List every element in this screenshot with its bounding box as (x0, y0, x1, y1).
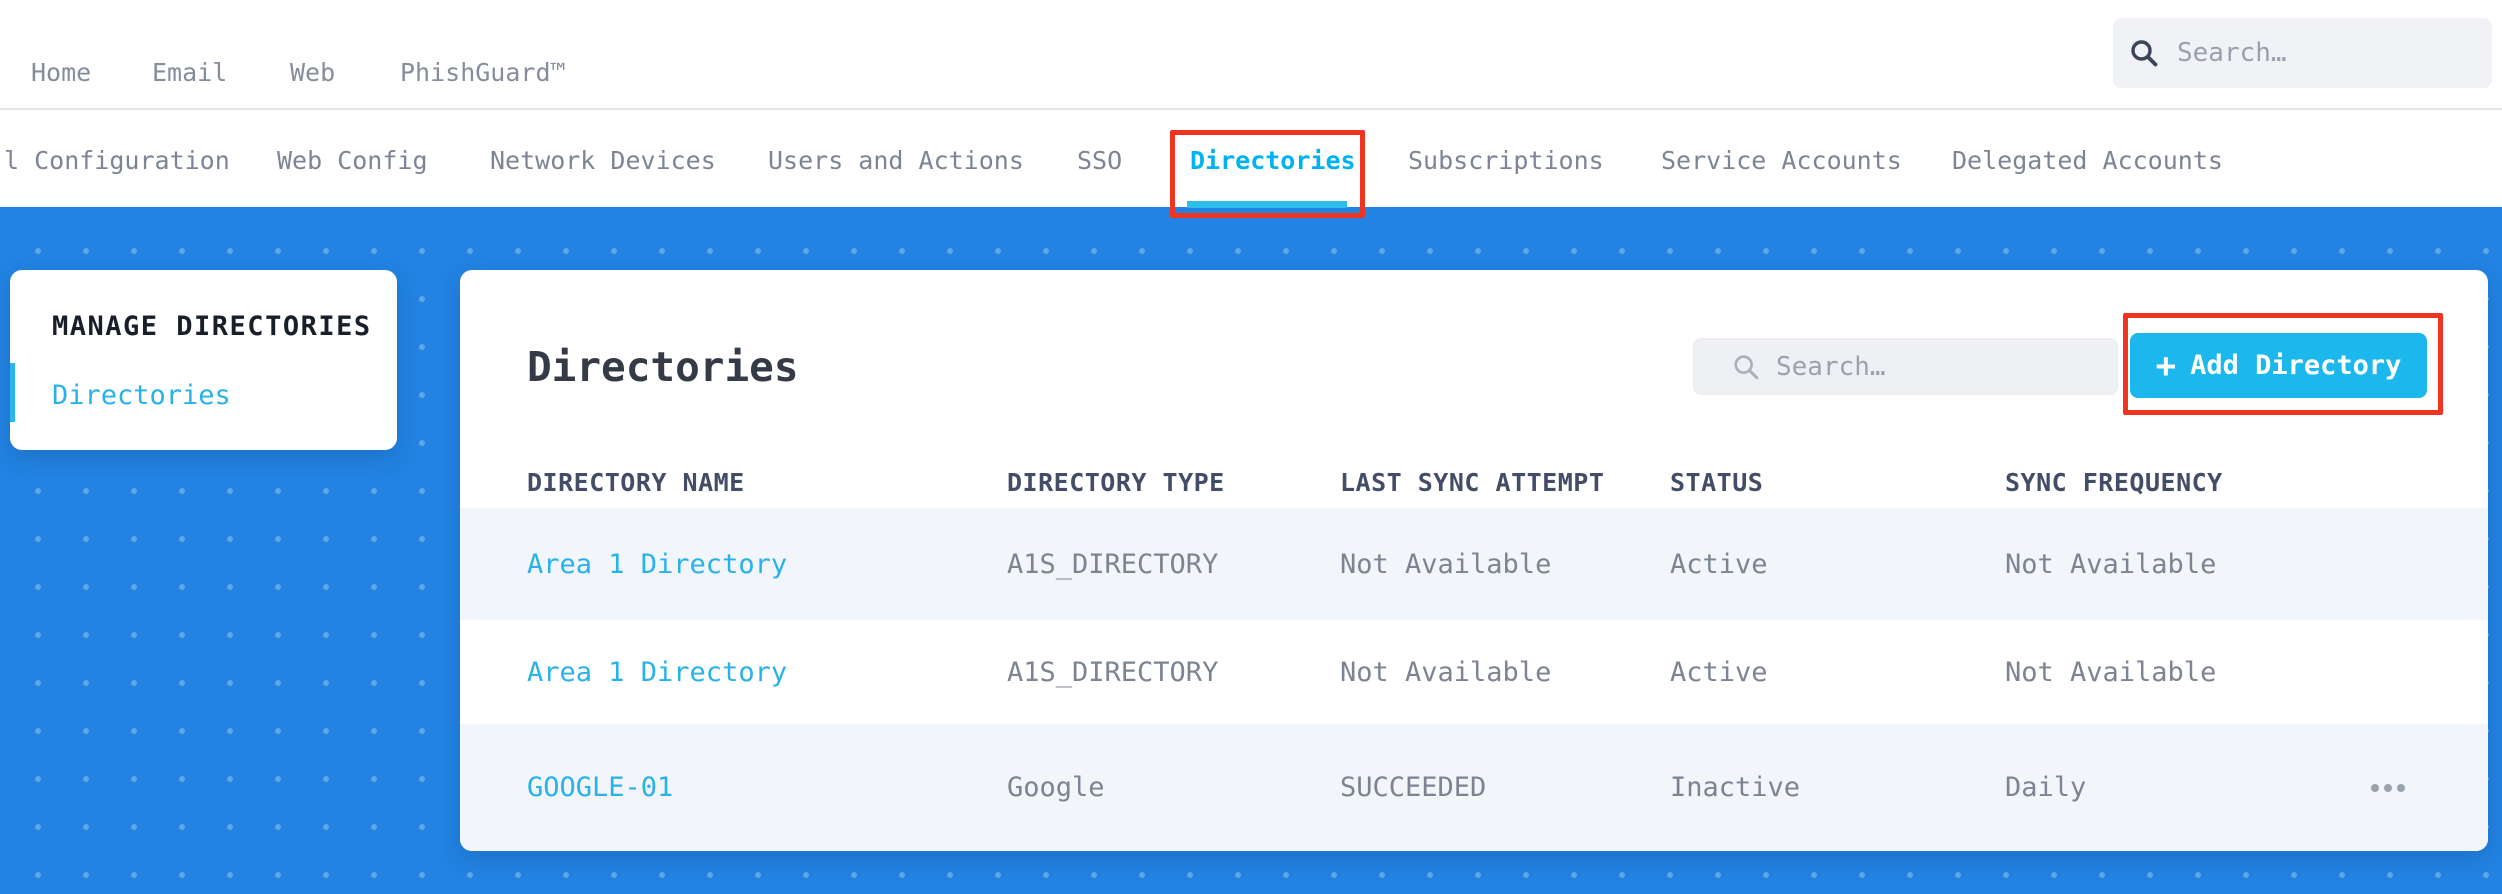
table-row: GOOGLE-01 Google SUCCEEDED Inactive Dail… (460, 724, 2488, 851)
sync-frequency-cell: Not Available (2005, 548, 2217, 580)
tab-web-config[interactable]: Web Config (277, 146, 428, 176)
sidebar-title: MANAGE DIRECTORIES (52, 311, 372, 342)
topnav-search-box[interactable] (2113, 18, 2492, 88)
page: Home Email Web PhishGuard™ l Configurati… (0, 0, 2502, 894)
last-sync-cell: Not Available (1340, 656, 1552, 688)
table-row: Area 1 Directory A1S_DIRECTORY Not Avail… (460, 620, 2488, 724)
topnav-item-phishguard[interactable]: PhishGuard™ (400, 58, 566, 88)
row-menu-icon[interactable] (2371, 783, 2405, 792)
tab-network-devices[interactable]: Network Devices (490, 146, 716, 176)
col-status: STATUS (1670, 467, 1764, 497)
status-cell: Active (1670, 656, 1768, 688)
col-sync-frequency: SYNC FREQUENCY (2005, 467, 2223, 497)
tab-users-and-actions[interactable]: Users and Actions (768, 146, 1024, 176)
add-directory-label: Add Directory (2190, 350, 2402, 381)
sidebar-active-indicator (10, 363, 15, 422)
top-nav: Home Email Web PhishGuard™ (0, 0, 2502, 110)
active-tab-underline (1187, 201, 1347, 208)
last-sync-cell: SUCCEEDED (1340, 772, 1487, 803)
tab-subscriptions[interactable]: Subscriptions (1408, 146, 1604, 176)
col-directory-type: DIRECTORY TYPE (1007, 467, 1225, 497)
table-row: Area 1 Directory A1S_DIRECTORY Not Avail… (460, 508, 2488, 620)
tab-sso[interactable]: SSO (1077, 146, 1122, 176)
page-title: Directories (527, 343, 799, 391)
directory-name-link[interactable]: Area 1 Directory (527, 549, 1007, 580)
sync-frequency-cell: Not Available (2005, 656, 2217, 688)
topnav-item-email[interactable]: Email (152, 58, 227, 88)
topnav-item-web[interactable]: Web (290, 58, 335, 88)
add-directory-button[interactable]: + Add Directory (2130, 333, 2427, 398)
directory-type-cell: Google (1007, 772, 1105, 803)
directories-search-box[interactable] (1693, 338, 2118, 395)
table-header: DIRECTORY NAME DIRECTORY TYPE LAST SYNC … (460, 456, 2488, 508)
tabs-nav: l Configuration Web Config Network Devic… (0, 112, 2502, 208)
status-cell: Active (1670, 548, 1768, 580)
status-cell: Inactive (1670, 772, 1801, 803)
tab-email-configuration[interactable]: l Configuration (4, 146, 230, 176)
tab-directories[interactable]: Directories (1190, 146, 1356, 176)
directory-name-link[interactable]: GOOGLE-01 (527, 772, 1007, 803)
tab-service-accounts[interactable]: Service Accounts (1661, 146, 1902, 176)
sync-frequency-cell: Daily (2005, 772, 2087, 803)
tab-delegated-accounts[interactable]: Delegated Accounts (1952, 146, 2223, 176)
col-last-sync-attempt: LAST SYNC ATTEMPT (1340, 467, 1605, 497)
directory-type-cell: A1S_DIRECTORY (1007, 656, 1219, 688)
topnav-search-input[interactable] (2177, 38, 2476, 68)
last-sync-cell: Not Available (1340, 548, 1552, 580)
directory-name-link[interactable]: Area 1 Directory (527, 657, 1007, 688)
topnav-item-home[interactable]: Home (31, 58, 91, 88)
sidebar-item-directories[interactable]: Directories (52, 381, 231, 411)
col-directory-name: DIRECTORY NAME (527, 467, 745, 497)
table-body: Area 1 Directory A1S_DIRECTORY Not Avail… (460, 508, 2488, 851)
search-icon (1732, 353, 1760, 381)
manage-directories-card: MANAGE DIRECTORIES Directories (10, 270, 397, 450)
directories-search-input[interactable] (1776, 351, 2101, 382)
directories-card: Directories + Add Directory DIRECTORY NA… (460, 270, 2488, 851)
search-icon (2129, 38, 2159, 68)
directory-type-cell: A1S_DIRECTORY (1007, 548, 1219, 580)
plus-icon: + (2155, 345, 2177, 386)
